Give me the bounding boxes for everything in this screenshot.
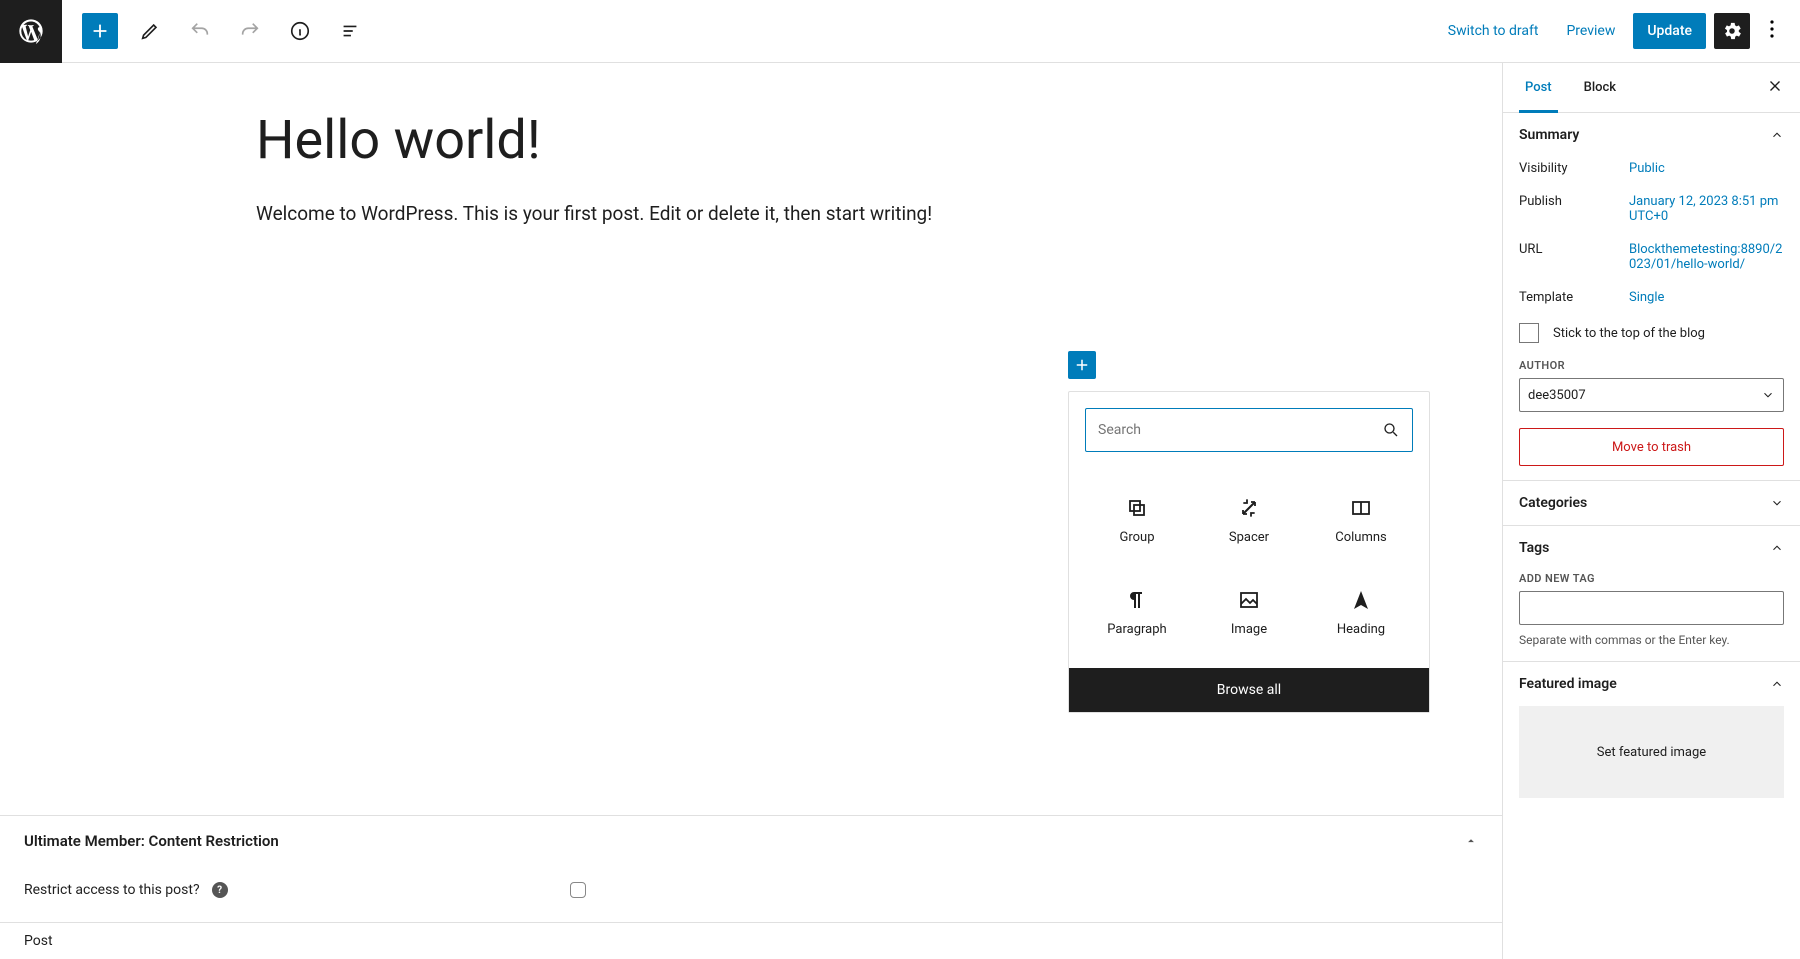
info-icon [289, 20, 311, 42]
author-value: dee35007 [1528, 388, 1586, 403]
image-icon [1237, 588, 1261, 612]
columns-icon [1349, 496, 1373, 520]
tag-hint: Separate with commas or the Enter key. [1519, 633, 1784, 647]
redo-icon [239, 20, 261, 42]
chevron-up-icon [1770, 128, 1784, 142]
panel-title: Summary [1519, 127, 1579, 143]
template-value[interactable]: Single [1629, 290, 1784, 305]
tab-post[interactable]: Post [1519, 63, 1558, 113]
list-view-icon [339, 20, 361, 42]
template-label: Template [1519, 290, 1629, 305]
caret-up-icon [1464, 834, 1478, 848]
plus-icon [1073, 356, 1091, 374]
block-search-input[interactable] [1098, 422, 1382, 438]
redo-button[interactable] [232, 13, 268, 49]
restrict-label: Restrict access to this post? [24, 882, 200, 898]
stick-checkbox[interactable] [1519, 323, 1539, 343]
footer-tab[interactable]: Post [0, 922, 1502, 959]
switch-to-draft-button[interactable]: Switch to draft [1438, 15, 1549, 47]
undo-icon [189, 20, 211, 42]
panel-tags-toggle[interactable]: Tags [1519, 540, 1784, 556]
search-icon [1382, 421, 1400, 439]
info-button[interactable] [282, 13, 318, 49]
chevron-down-icon [1761, 388, 1775, 402]
group-icon [1125, 496, 1149, 520]
options-menu-button[interactable] [1758, 20, 1786, 42]
post-body[interactable]: Welcome to WordPress. This is your first… [196, 200, 1306, 229]
set-featured-image-button[interactable]: Set featured image [1519, 706, 1784, 798]
spacer-icon [1237, 496, 1261, 520]
block-label: Spacer [1229, 530, 1269, 545]
wordpress-logo-icon [17, 17, 45, 45]
toolbar-right-group: Switch to draft Preview Update [1438, 13, 1800, 49]
visibility-label: Visibility [1519, 161, 1629, 176]
wp-logo-button[interactable] [0, 0, 62, 63]
update-button[interactable]: Update [1633, 13, 1706, 49]
vertical-dots-icon [1770, 20, 1774, 38]
block-label: Paragraph [1107, 622, 1166, 637]
edit-mode-button[interactable] [132, 13, 168, 49]
help-icon[interactable]: ? [212, 882, 228, 898]
block-spacer[interactable]: Spacer [1193, 474, 1305, 566]
visibility-value[interactable]: Public [1629, 161, 1784, 176]
search-input-wrap [1085, 408, 1413, 452]
featured-image-label: Set featured image [1597, 745, 1706, 760]
tab-block[interactable]: Block [1578, 63, 1622, 113]
move-to-trash-button[interactable]: Move to trash [1519, 428, 1784, 466]
add-block-button[interactable] [82, 13, 118, 49]
metabox-header[interactable]: Ultimate Member: Content Restriction [0, 816, 1502, 866]
tag-caption: ADD NEW TAG [1519, 572, 1784, 585]
pencil-icon [139, 20, 161, 42]
inline-inserter-button[interactable] [1068, 351, 1096, 379]
browse-all-button[interactable]: Browse all [1069, 668, 1429, 712]
chevron-up-icon [1770, 677, 1784, 691]
url-value[interactable]: Blockthemetesting:8890/2023/01/hello-wor… [1629, 242, 1784, 272]
block-label: Columns [1335, 530, 1387, 545]
panel-title: Featured image [1519, 676, 1617, 692]
url-label: URL [1519, 242, 1629, 272]
block-group[interactable]: Group [1081, 474, 1193, 566]
undo-button[interactable] [182, 13, 218, 49]
chevron-down-icon [1770, 496, 1784, 510]
block-label: Group [1119, 530, 1154, 545]
toolbar-left-group [62, 13, 368, 49]
top-toolbar: Switch to draft Preview Update [0, 0, 1800, 63]
panel-title: Tags [1519, 540, 1549, 556]
block-inserter-panel: Group Spacer Columns Paragraph [1068, 391, 1430, 713]
post-title[interactable]: Hello world! [196, 109, 1306, 172]
close-icon [1766, 77, 1784, 95]
panel-title: Categories [1519, 495, 1587, 511]
publish-label: Publish [1519, 194, 1629, 224]
metabox-area: Ultimate Member: Content Restriction Res… [0, 815, 1502, 959]
plus-icon [89, 20, 111, 42]
settings-button[interactable] [1714, 13, 1750, 49]
panel-summary-toggle[interactable]: Summary [1519, 127, 1784, 143]
metabox-title: Ultimate Member: Content Restriction [24, 832, 279, 850]
author-caption: AUTHOR [1519, 359, 1784, 372]
panel-featured-toggle[interactable]: Featured image [1519, 676, 1784, 692]
stick-label: Stick to the top of the blog [1553, 326, 1705, 341]
restrict-checkbox[interactable] [570, 882, 586, 898]
gear-icon [1721, 20, 1743, 42]
close-sidebar-button[interactable] [1766, 77, 1784, 99]
settings-sidebar: Post Block Summary Visibility Public Pub… [1502, 63, 1800, 959]
block-label: Heading [1337, 622, 1385, 637]
author-select[interactable]: dee35007 [1519, 378, 1784, 412]
block-paragraph[interactable]: Paragraph [1081, 566, 1193, 658]
block-columns[interactable]: Columns [1305, 474, 1417, 566]
outline-button[interactable] [332, 13, 368, 49]
block-label: Image [1231, 622, 1267, 637]
editor-canvas: Hello world! Welcome to WordPress. This … [0, 63, 1502, 959]
chevron-up-icon [1770, 541, 1784, 555]
tag-input[interactable] [1519, 591, 1784, 625]
block-image[interactable]: Image [1193, 566, 1305, 658]
preview-button[interactable]: Preview [1556, 15, 1625, 47]
heading-icon [1349, 588, 1373, 612]
publish-value[interactable]: January 12, 2023 8:51 pm UTC+0 [1629, 194, 1784, 224]
panel-categories-toggle[interactable]: Categories [1519, 495, 1784, 511]
paragraph-icon [1125, 588, 1149, 612]
block-heading[interactable]: Heading [1305, 566, 1417, 658]
